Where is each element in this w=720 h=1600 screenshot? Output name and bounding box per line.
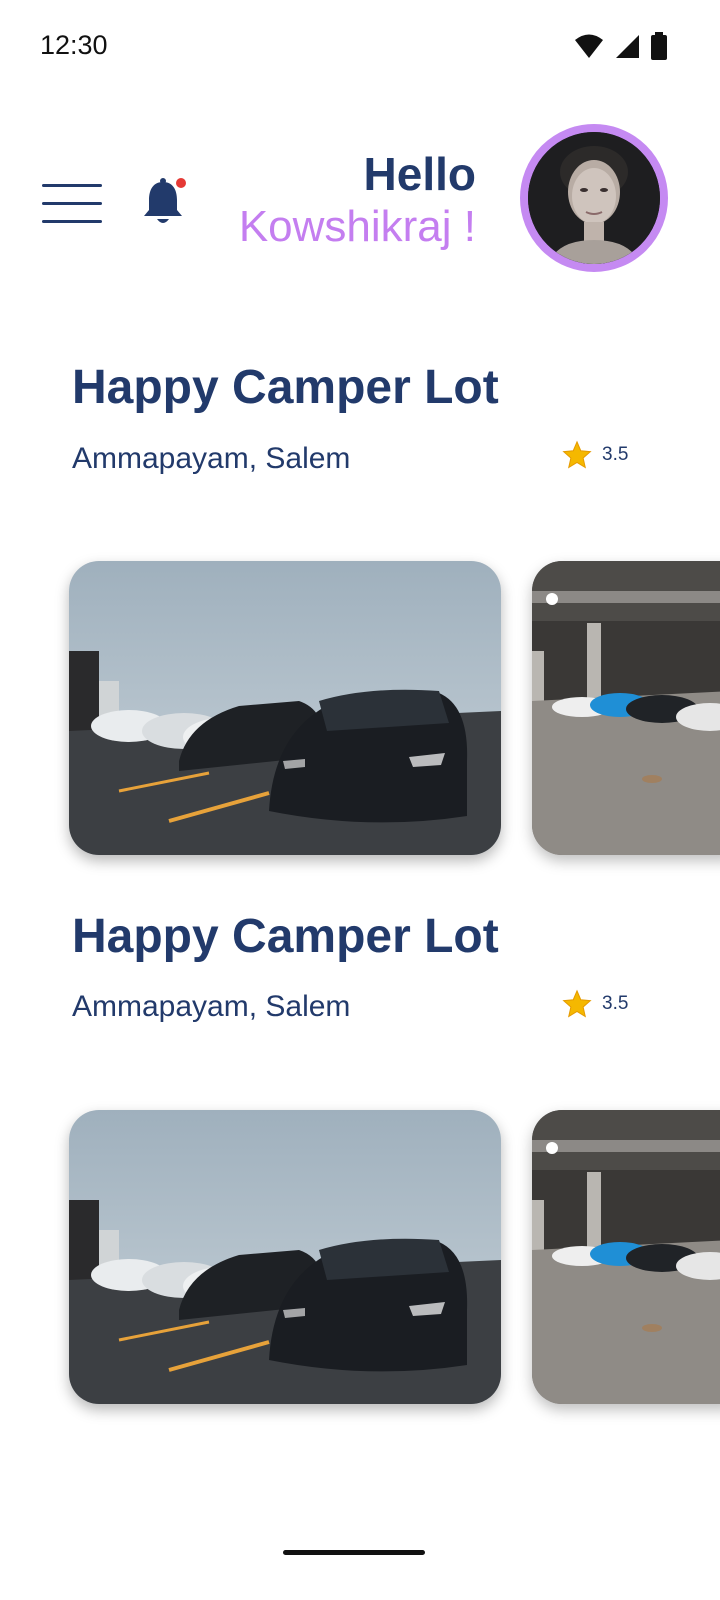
status-time: 12:30 [40, 30, 108, 60]
star-icon [562, 440, 592, 469]
greeting-block: Hello Kowshikraj ! [239, 148, 476, 254]
avatar-portrait [528, 132, 660, 264]
outdoor-parking-lot-photo [69, 561, 501, 855]
outdoor-parking-lot-photo [69, 1110, 501, 1404]
star-icon [562, 989, 592, 1018]
lot-title[interactable]: Happy Camper Lot [72, 909, 499, 964]
bell-icon [144, 178, 186, 223]
rating-value: 3.5 [602, 993, 629, 1014]
rating-value: 3.5 [602, 444, 629, 465]
app-header: Hello Kowshikraj ! [0, 110, 720, 300]
lot-rating: 3.5 [562, 440, 628, 470]
indoor-parking-garage-photo [532, 561, 720, 855]
lot-location: Ammapayam, Salem [72, 442, 351, 475]
profile-avatar[interactable] [520, 124, 668, 272]
lot-image-card[interactable] [69, 1110, 501, 1404]
indoor-parking-garage-photo [532, 1110, 720, 1404]
lot-image-card[interactable] [69, 561, 501, 855]
notification-button[interactable] [142, 176, 186, 228]
status-icons [574, 32, 668, 60]
status-bar: 12:30 [0, 0, 720, 96]
greeting-text: Hello [363, 148, 476, 200]
lot-title[interactable]: Happy Camper Lot [72, 360, 499, 415]
lot-rating: 3.5 [562, 989, 628, 1019]
lot-image-card-next[interactable] [532, 561, 720, 855]
signal-icon [616, 35, 639, 58]
lot-image-card-next[interactable] [532, 1110, 720, 1404]
wifi-icon [575, 34, 603, 58]
hamburger-menu-icon [42, 184, 102, 187]
lot-location: Ammapayam, Salem [72, 990, 351, 1023]
menu-button[interactable] [42, 180, 102, 226]
notification-badge [176, 178, 186, 188]
user-name: Kowshikraj ! [238, 202, 476, 251]
home-indicator[interactable] [283, 1550, 425, 1555]
battery-icon [651, 32, 667, 60]
